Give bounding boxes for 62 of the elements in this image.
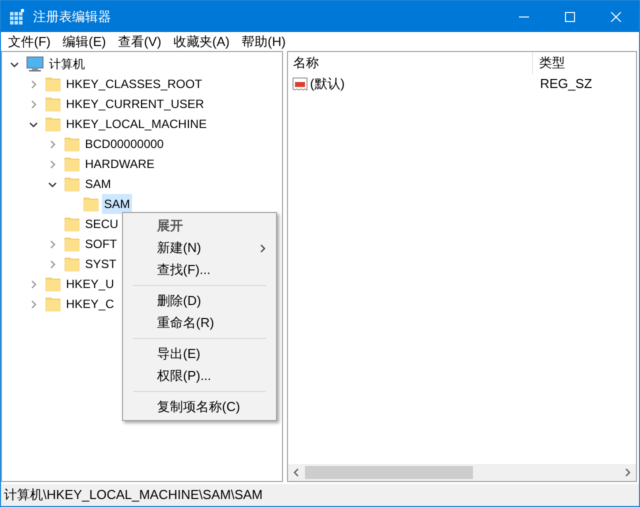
context-menu-item[interactable]: 展开 [123,215,276,237]
folder-icon [64,256,80,272]
folder-icon [83,196,99,212]
computer-icon [26,56,44,72]
menu-item[interactable]: 编辑(E) [56,32,112,51]
folder-icon [45,276,61,292]
column-header[interactable]: 类型 [533,53,565,73]
folder-icon [64,136,80,152]
chevron-down-icon[interactable] [48,180,57,188]
context-menu-item[interactable]: 复制项名称(C) [123,396,276,418]
folder-icon [45,96,61,112]
chevron-right-icon[interactable] [48,160,57,168]
table-cell-text: REG_SZ [539,75,592,94]
context-menu-item[interactable]: 查找(F)... [123,259,276,281]
tree-item[interactable]: SAM [102,194,132,214]
chevron-right-icon[interactable] [48,260,57,268]
menu-item[interactable]: 文件(F) [2,32,57,51]
tree-item[interactable]: HKEY_CURRENT_USER [64,94,206,114]
table-cell-text: (默认) [310,75,345,94]
context-menu-item[interactable]: 导出(E) [123,343,276,365]
horizontal-scrollbar[interactable] [288,464,636,481]
context-menu-item[interactable]: 删除(D) [123,290,276,312]
chevron-right-icon[interactable] [29,100,38,108]
tree-item[interactable]: SOFT [83,234,119,254]
chevron-down-icon[interactable] [29,120,38,128]
column-header[interactable]: 名称 [288,52,533,74]
folder-icon [64,236,80,252]
chevron-down-icon[interactable] [10,60,19,68]
tree-item[interactable]: HKEY_CLASSES_ROOT [64,74,204,94]
context-menu-item[interactable]: 新建(N) [123,237,276,259]
folder-icon [45,296,61,312]
window-title: 注册表编辑器 [33,8,111,26]
menu-item[interactable]: 帮助(H) [236,32,292,51]
chevron-right-icon[interactable] [29,300,38,308]
menu-item[interactable]: 查看(V) [112,32,168,51]
folder-icon [45,76,61,92]
chevron-right-icon[interactable] [48,240,57,248]
chevron-right-icon[interactable] [29,280,38,288]
tree-item[interactable]: HKEY_U [64,274,116,294]
tree-item[interactable]: SECU [83,214,120,234]
menu-item[interactable]: 收藏夹(A) [167,32,236,51]
folder-icon [64,176,80,192]
tree-item[interactable]: BCD00000000 [83,134,166,154]
folder-icon [64,156,80,172]
tree-item[interactable]: 计算机 [47,54,87,74]
maximize-icon [565,12,575,22]
chevron-right-icon[interactable] [29,80,38,88]
string-value-icon [292,76,308,92]
context-menu-item[interactable]: 权限(P)... [123,365,276,387]
folder-icon [64,216,80,232]
context-menu-item[interactable]: 重命名(R) [123,312,276,334]
status-text: 计算机\HKEY_LOCAL_MACHINE\SAM\SAM [4,486,263,504]
chevron-right-icon[interactable] [48,140,57,148]
registry-icon [9,8,25,24]
folder-icon [45,116,61,132]
close-icon [611,12,621,22]
tree-item[interactable]: HKEY_C [64,294,116,314]
tree-item[interactable]: SYST [83,254,118,274]
tree-item[interactable]: HKEY_LOCAL_MACHINE [64,114,209,134]
tree-item[interactable]: HARDWARE [83,154,157,174]
tree-item[interactable]: SAM [83,174,114,194]
scrollbar-thumb[interactable] [305,466,473,479]
